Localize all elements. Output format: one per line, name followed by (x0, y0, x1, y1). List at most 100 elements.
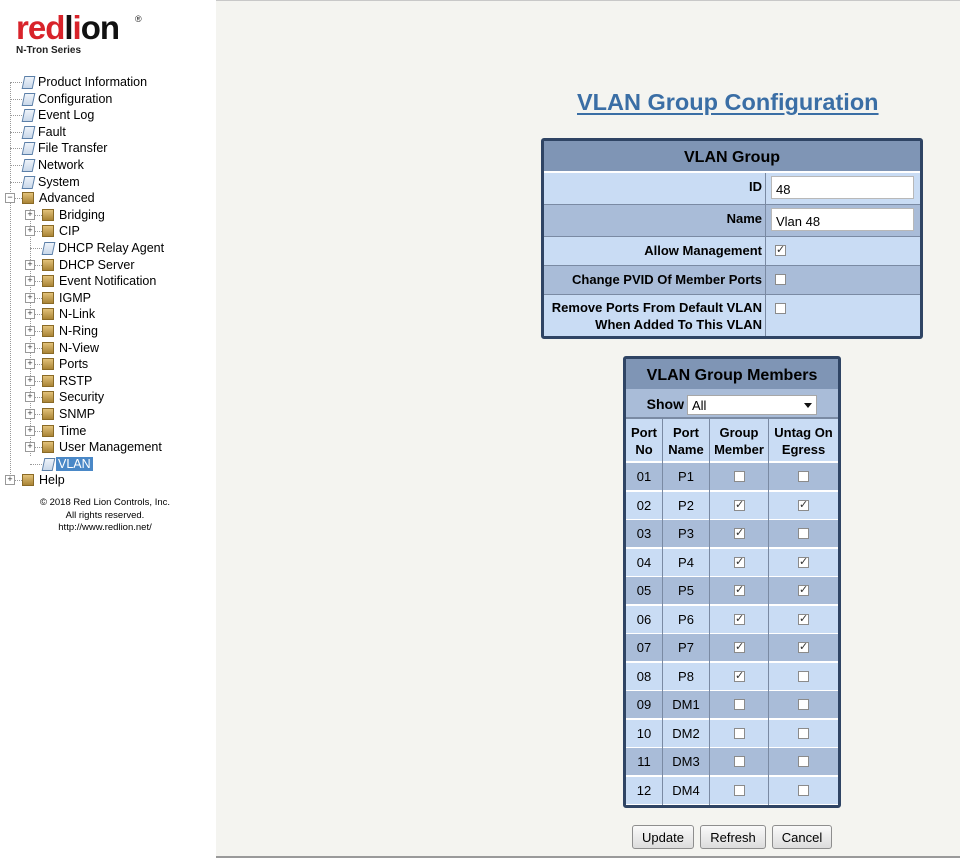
untag-egress-checkbox[interactable]: ✓ (798, 557, 809, 568)
vlan-group-panel: VLAN Group ID Name Allow Management ✓ Ch… (541, 138, 923, 339)
name-input[interactable] (771, 208, 914, 231)
expand-icon[interactable]: + (25, 293, 35, 303)
untag-egress-checkbox[interactable] (798, 728, 809, 739)
change-pvid-checkbox[interactable] (775, 274, 786, 285)
nav-item-cip[interactable]: CIP (42, 223, 82, 239)
group-member-checkbox[interactable]: ✓ (734, 557, 745, 568)
expand-icon[interactable]: + (25, 260, 35, 270)
id-label: ID (544, 173, 766, 204)
nav-item-n-ring[interactable]: N-Ring (42, 323, 100, 339)
nav-item-help[interactable]: Help (22, 472, 67, 488)
expand-icon[interactable]: + (25, 409, 35, 419)
untag-egress-checkbox[interactable] (798, 671, 809, 682)
group-member-checkbox[interactable] (734, 728, 745, 739)
port-name-cell: P4 (678, 555, 694, 570)
untag-egress-checkbox[interactable] (798, 756, 809, 767)
nav-item-product-information[interactable]: Product Information (22, 74, 149, 90)
nav-item-igmp[interactable]: IGMP (42, 290, 93, 306)
expand-icon[interactable]: + (25, 226, 35, 236)
group-member-checkbox[interactable]: ✓ (734, 671, 745, 682)
expand-icon[interactable]: + (25, 392, 35, 402)
members-table-header: Port No Port Name Group Member Untag On Egre… (626, 419, 838, 461)
website-link[interactable]: http://www.redlion.net/ (0, 522, 210, 535)
nav-item-advanced[interactable]: Advanced (22, 190, 97, 206)
folder-icon (42, 325, 54, 337)
nav-item-event-log[interactable]: Event Log (22, 107, 96, 123)
untag-egress-checkbox[interactable] (798, 785, 809, 796)
port-no-cell: 08 (636, 669, 652, 684)
collapse-icon[interactable]: − (5, 193, 15, 203)
group-member-checkbox[interactable] (734, 785, 745, 796)
nav-item-dhcp-server[interactable]: DHCP Server (42, 257, 136, 273)
expand-icon[interactable]: + (25, 359, 35, 369)
nav-item-label: System (38, 175, 80, 189)
expand-icon[interactable]: + (25, 210, 35, 220)
nav-item-vlan[interactable]: VLAN (42, 456, 93, 472)
sidebar: redlion ® N-Tron Series Product Informat… (0, 0, 216, 858)
expand-icon[interactable]: + (25, 343, 35, 353)
nav-item-ports[interactable]: Ports (42, 356, 90, 372)
folder-icon (42, 209, 54, 221)
table-row: 09 DM1 (626, 691, 838, 718)
folder-icon (42, 308, 54, 320)
expand-icon[interactable]: + (25, 309, 35, 319)
group-member-checkbox[interactable] (734, 756, 745, 767)
group-member-checkbox[interactable] (734, 471, 745, 482)
expand-icon[interactable]: + (25, 326, 35, 336)
nav-item-n-link[interactable]: N-Link (42, 306, 97, 322)
nav-item-rstp[interactable]: RSTP (42, 373, 94, 389)
group-member-checkbox[interactable]: ✓ (734, 614, 745, 625)
allow-management-checkbox[interactable]: ✓ (775, 245, 786, 256)
port-no-cell: 12 (636, 783, 652, 798)
nav-item-label: N-Ring (59, 324, 98, 338)
nav-item-user-management[interactable]: User Management (42, 439, 164, 455)
nav-item-n-view[interactable]: N-View (42, 340, 101, 356)
nav-item-snmp[interactable]: SNMP (42, 406, 97, 422)
refresh-button[interactable]: Refresh (700, 825, 766, 849)
untag-egress-checkbox[interactable] (798, 471, 809, 482)
group-member-checkbox[interactable]: ✓ (734, 642, 745, 653)
expand-icon[interactable]: + (5, 475, 15, 485)
table-row: 07 P7 ✓ ✓ (626, 634, 838, 661)
untag-egress-checkbox[interactable] (798, 528, 809, 539)
expand-icon[interactable]: + (25, 426, 35, 436)
untag-egress-checkbox[interactable]: ✓ (798, 500, 809, 511)
port-no-cell: 02 (636, 498, 652, 513)
group-member-checkbox[interactable]: ✓ (734, 500, 745, 511)
nav-item-system[interactable]: System (22, 174, 82, 190)
nav-item-event-notification[interactable]: Event Notification (42, 273, 158, 289)
port-name-cell: P3 (678, 526, 694, 541)
name-label: Name (544, 205, 766, 236)
group-member-checkbox[interactable]: ✓ (734, 585, 745, 596)
group-member-checkbox[interactable]: ✓ (734, 528, 745, 539)
change-pvid-label: Change PVID Of Member Ports (544, 266, 766, 294)
allow-management-row: Allow Management ✓ (544, 237, 920, 265)
expand-icon[interactable]: + (25, 442, 35, 452)
copyright: © 2018 Red Lion Controls, Inc. All right… (0, 497, 210, 535)
untag-egress-checkbox[interactable]: ✓ (798, 614, 809, 625)
nav-item-bridging[interactable]: Bridging (42, 207, 107, 223)
nav-item-file-transfer[interactable]: File Transfer (22, 140, 109, 156)
page-icon (22, 125, 34, 138)
folder-icon (42, 441, 54, 453)
expand-icon[interactable]: + (25, 276, 35, 286)
id-input[interactable] (771, 176, 914, 199)
nav-item-configuration[interactable]: Configuration (22, 91, 114, 107)
expand-icon[interactable]: + (25, 376, 35, 386)
show-select[interactable]: All (687, 395, 817, 415)
nav-item-time[interactable]: Time (42, 423, 88, 439)
nav-item-fault[interactable]: Fault (22, 124, 68, 140)
remove-ports-checkbox[interactable] (775, 303, 786, 314)
nav-item-network[interactable]: Network (22, 157, 86, 173)
nav-item-dhcp-relay-agent[interactable]: DHCP Relay Agent (42, 240, 166, 256)
page-icon (42, 457, 54, 470)
untag-egress-checkbox[interactable]: ✓ (798, 642, 809, 653)
cancel-button[interactable]: Cancel (772, 825, 832, 849)
untag-egress-checkbox[interactable]: ✓ (798, 585, 809, 596)
update-button[interactable]: Update (632, 825, 694, 849)
group-member-checkbox[interactable] (734, 699, 745, 710)
untag-egress-checkbox[interactable] (798, 699, 809, 710)
port-no-cell: 10 (636, 726, 652, 741)
nav-item-security[interactable]: Security (42, 389, 106, 405)
port-name-cell: P2 (678, 498, 694, 513)
